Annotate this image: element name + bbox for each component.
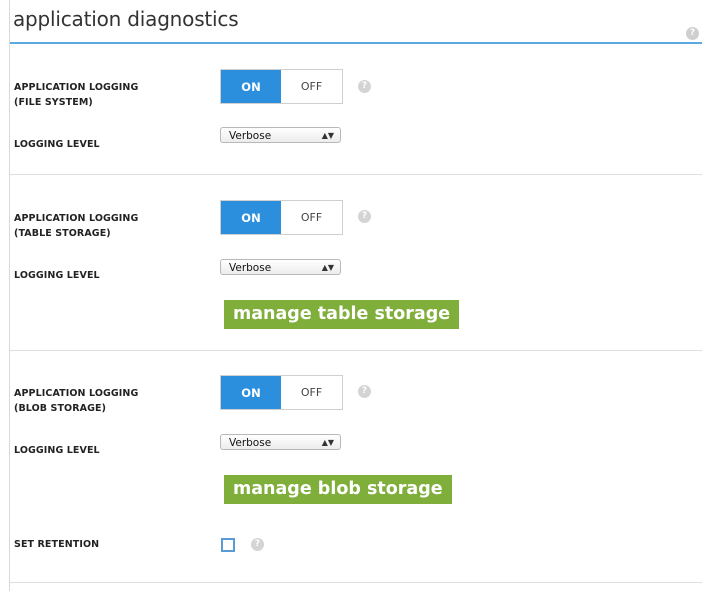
blob-storage-logging-toggle[interactable]: ON OFF xyxy=(220,375,343,410)
blob-storage-toggle-off[interactable]: OFF xyxy=(281,376,342,409)
table-storage-logging-label-line2: (TABLE STORAGE) xyxy=(14,228,111,239)
manage-table-storage-button[interactable]: manage table storage xyxy=(224,300,460,329)
select-arrows-icon: ▲▼ xyxy=(321,263,334,272)
file-system-help-icon[interactable]: ? xyxy=(358,80,371,93)
file-system-logging-label-line1: APPLICATION LOGGING xyxy=(14,82,139,93)
table-storage-toggle-on[interactable]: ON xyxy=(221,201,281,234)
file-system-logging-label-line2: (FILE SYSTEM) xyxy=(14,97,93,108)
blob-storage-level-select[interactable]: Verbose ▲▼ xyxy=(220,434,341,450)
file-system-level-label: LOGGING LEVEL xyxy=(14,139,100,150)
title-divider xyxy=(10,42,702,44)
select-arrows-icon: ▲▼ xyxy=(321,131,334,140)
blob-storage-logging-label-line2: (BLOB STORAGE) xyxy=(14,403,107,414)
file-system-toggle-off[interactable]: OFF xyxy=(281,70,342,103)
blob-storage-logging-label-line1: APPLICATION LOGGING xyxy=(14,388,139,399)
blob-storage-logging-label: APPLICATION LOGGING (BLOB STORAGE) xyxy=(14,386,138,416)
section-divider xyxy=(10,174,702,175)
table-storage-logging-label: APPLICATION LOGGING (TABLE STORAGE) xyxy=(14,211,138,241)
blob-storage-level-label: LOGGING LEVEL xyxy=(14,445,100,456)
table-storage-toggle-off[interactable]: OFF xyxy=(281,201,342,234)
help-icon[interactable]: ? xyxy=(686,27,699,40)
table-storage-level-select[interactable]: Verbose ▲▼ xyxy=(220,259,341,275)
table-storage-help-icon[interactable]: ? xyxy=(358,210,371,223)
retention-help-icon[interactable]: ? xyxy=(251,538,264,551)
blob-storage-toggle-on[interactable]: ON xyxy=(221,376,281,409)
file-system-toggle-on[interactable]: ON xyxy=(221,70,281,103)
file-system-level-value: Verbose xyxy=(229,130,272,142)
manage-blob-storage-button[interactable]: manage blob storage xyxy=(224,475,452,504)
file-system-logging-toggle[interactable]: ON OFF xyxy=(220,69,343,104)
section-divider xyxy=(10,350,702,351)
blob-storage-level-value: Verbose xyxy=(229,437,272,449)
section-divider xyxy=(10,582,702,583)
table-storage-level-value: Verbose xyxy=(229,262,272,274)
table-storage-level-label: LOGGING LEVEL xyxy=(14,270,100,281)
table-storage-logging-toggle[interactable]: ON OFF xyxy=(220,200,343,235)
file-system-level-select[interactable]: Verbose ▲▼ xyxy=(220,127,341,143)
select-arrows-icon: ▲▼ xyxy=(321,438,334,447)
set-retention-label: SET RETENTION xyxy=(14,539,100,550)
set-retention-checkbox[interactable] xyxy=(221,538,235,552)
page-title: application diagnostics xyxy=(13,7,239,31)
blob-storage-help-icon[interactable]: ? xyxy=(358,385,371,398)
table-storage-logging-label-line1: APPLICATION LOGGING xyxy=(14,213,139,224)
file-system-logging-label: APPLICATION LOGGING (FILE SYSTEM) xyxy=(14,80,138,110)
